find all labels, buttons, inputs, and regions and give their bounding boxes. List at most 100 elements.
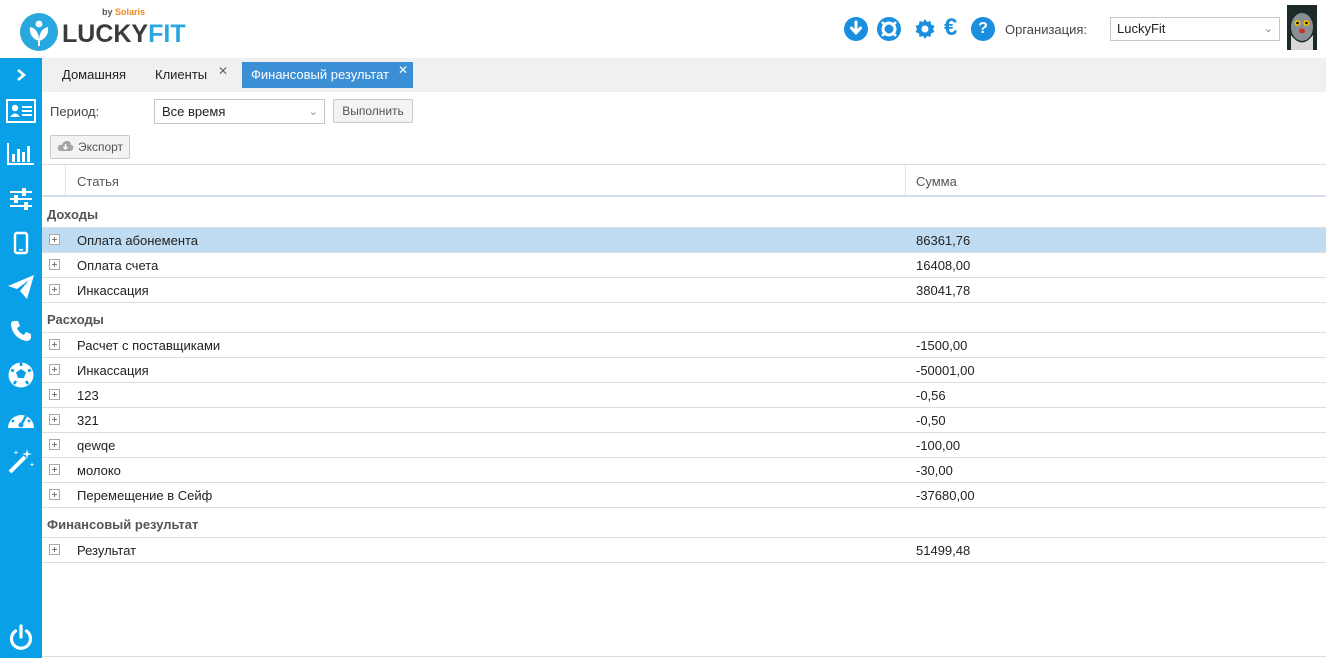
contact-card-icon[interactable]	[0, 92, 42, 130]
row-item-name: Оплата счета	[77, 258, 159, 273]
period-select[interactable]: Все время ⌄	[154, 99, 325, 124]
row-sum: -50001,00	[916, 363, 975, 378]
download-icon[interactable]	[844, 17, 868, 41]
cloud-download-icon	[57, 140, 74, 155]
column-separator	[65, 165, 66, 195]
sliders-icon[interactable]	[0, 180, 42, 218]
tab-bar: Домашняя Клиенты ✕ Финансовый результат …	[42, 58, 1326, 92]
chevron-down-icon: ⌄	[308, 106, 318, 118]
tab-financial-result[interactable]: Финансовый результат ✕	[242, 62, 413, 88]
lifebuoy-icon[interactable]	[877, 17, 901, 41]
table-row[interactable]: qewqe -100,00	[42, 433, 1326, 458]
group-header: Расходы	[42, 303, 1326, 333]
bar-chart-icon[interactable]	[0, 135, 42, 173]
logo-byline: by Solaris	[102, 7, 146, 17]
table-row[interactable]: Перемещение в Сейф -37680,00	[42, 483, 1326, 508]
grid-bottom-border	[42, 656, 1326, 657]
expand-plus-icon[interactable]	[49, 414, 60, 425]
financial-result-grid: Статья Сумма Доходы Оплата абонемента 8636…	[42, 164, 1326, 658]
table-row[interactable]: Инкассация 38041,78	[42, 278, 1326, 303]
table-row[interactable]: Оплата абонемента 86361,76	[42, 228, 1326, 253]
help-icon[interactable]: ?	[971, 17, 995, 41]
tab-clients-close-icon[interactable]: ✕	[218, 64, 228, 78]
table-row[interactable]: Оплата счета 16408,00	[42, 253, 1326, 278]
expand-plus-icon[interactable]	[49, 544, 60, 555]
expand-plus-icon[interactable]	[49, 339, 60, 350]
table-row[interactable]: Инкассация -50001,00	[42, 358, 1326, 383]
row-item-name: Результат	[77, 543, 137, 558]
tab-financial-result-close-icon[interactable]: ✕	[398, 63, 408, 77]
tab-financial-result-label: Финансовый результат	[251, 67, 389, 82]
chevron-down-icon: ⌄	[1263, 23, 1273, 35]
expand-plus-icon[interactable]	[49, 259, 60, 270]
magic-wand-icon[interactable]	[0, 442, 42, 480]
table-row[interactable]: Расчет с поставщиками -1500,00	[42, 333, 1326, 358]
row-sum: 86361,76	[916, 233, 971, 248]
group-title: Расходы	[47, 312, 104, 327]
euro-icon[interactable]: €	[944, 14, 957, 42]
phone-icon[interactable]	[0, 312, 42, 350]
speedometer-icon[interactable]	[0, 400, 42, 438]
column-header-sum[interactable]: Сумма	[916, 165, 957, 195]
group-title: Финансовый результат	[47, 517, 199, 532]
group-header: Финансовый результат	[42, 508, 1326, 538]
user-avatar[interactable]	[1287, 5, 1317, 50]
run-button-label: Выполнить	[342, 104, 404, 118]
export-button-label: Экспорт	[77, 140, 124, 154]
app-header: by Solaris LUCKYFIT € ? Организация: Luc…	[0, 0, 1326, 58]
row-item-name: 321	[77, 413, 99, 428]
tab-clients-label: Клиенты	[155, 67, 208, 82]
period-label: Период:	[50, 104, 100, 119]
app-logo[interactable]: by Solaris LUCKYFIT	[20, 6, 186, 54]
tab-clients[interactable]: Клиенты	[155, 62, 207, 88]
table-row[interactable]: Результат 51499,48	[42, 538, 1326, 563]
row-item-name: Перемещение в Сейф	[77, 488, 213, 503]
organization-select[interactable]: LuckyFit ⌄	[1110, 17, 1280, 41]
tab-home[interactable]: Домашняя	[62, 62, 126, 88]
tab-home-label: Домашняя	[62, 67, 127, 82]
row-sum: -0,56	[916, 388, 946, 403]
table-row[interactable]: молоко -30,00	[42, 458, 1326, 483]
row-sum: -100,00	[916, 438, 961, 453]
row-item-name: Расчет с поставщиками	[77, 338, 221, 353]
group-title: Доходы	[47, 207, 99, 222]
row-item-name: Оплата абонемента	[77, 233, 199, 248]
group-header: Доходы	[42, 198, 1326, 228]
table-row[interactable]: 321 -0,50	[42, 408, 1326, 433]
organization-value: LuckyFit	[1117, 21, 1166, 36]
gear-icon[interactable]	[913, 17, 937, 41]
row-item-name: 123	[77, 388, 99, 403]
row-sum: 38041,78	[916, 283, 971, 298]
export-button[interactable]: Экспорт	[50, 135, 130, 159]
row-item-name: Инкассация	[77, 363, 149, 378]
row-sum: 51499,48	[916, 543, 971, 558]
row-item-name: Инкассация	[77, 283, 149, 298]
logo-emblem	[20, 13, 58, 51]
soccer-ball-icon[interactable]	[0, 356, 42, 394]
expand-plus-icon[interactable]	[49, 284, 60, 295]
logo-wordmark: LUCKYFIT	[62, 20, 186, 48]
row-item-name: qewqe	[77, 438, 116, 453]
expand-plus-icon[interactable]	[49, 234, 60, 245]
organization-label: Организация:	[1005, 22, 1088, 37]
row-sum: -30,00	[916, 463, 953, 478]
period-value: Все время	[162, 104, 226, 119]
paper-plane-icon[interactable]	[0, 268, 42, 306]
row-item-name: молоко	[77, 463, 121, 478]
expand-plus-icon[interactable]	[49, 389, 60, 400]
run-button[interactable]: Выполнить	[333, 99, 413, 123]
expand-plus-icon[interactable]	[49, 489, 60, 500]
grid-header: Статья Сумма	[42, 165, 1326, 197]
row-sum: 16408,00	[916, 258, 971, 273]
expand-plus-icon[interactable]	[49, 364, 60, 375]
power-icon[interactable]	[0, 619, 42, 657]
sidebar	[0, 58, 42, 658]
mobile-icon[interactable]	[0, 224, 42, 262]
column-header-item[interactable]: Статья	[77, 165, 119, 195]
expand-plus-icon[interactable]	[49, 439, 60, 450]
chevron-right-icon[interactable]	[0, 58, 42, 92]
row-sum: -1500,00	[916, 338, 968, 353]
table-row[interactable]: 123 -0,56	[42, 383, 1326, 408]
expand-plus-icon[interactable]	[49, 464, 60, 475]
row-sum: -37680,00	[916, 488, 975, 503]
